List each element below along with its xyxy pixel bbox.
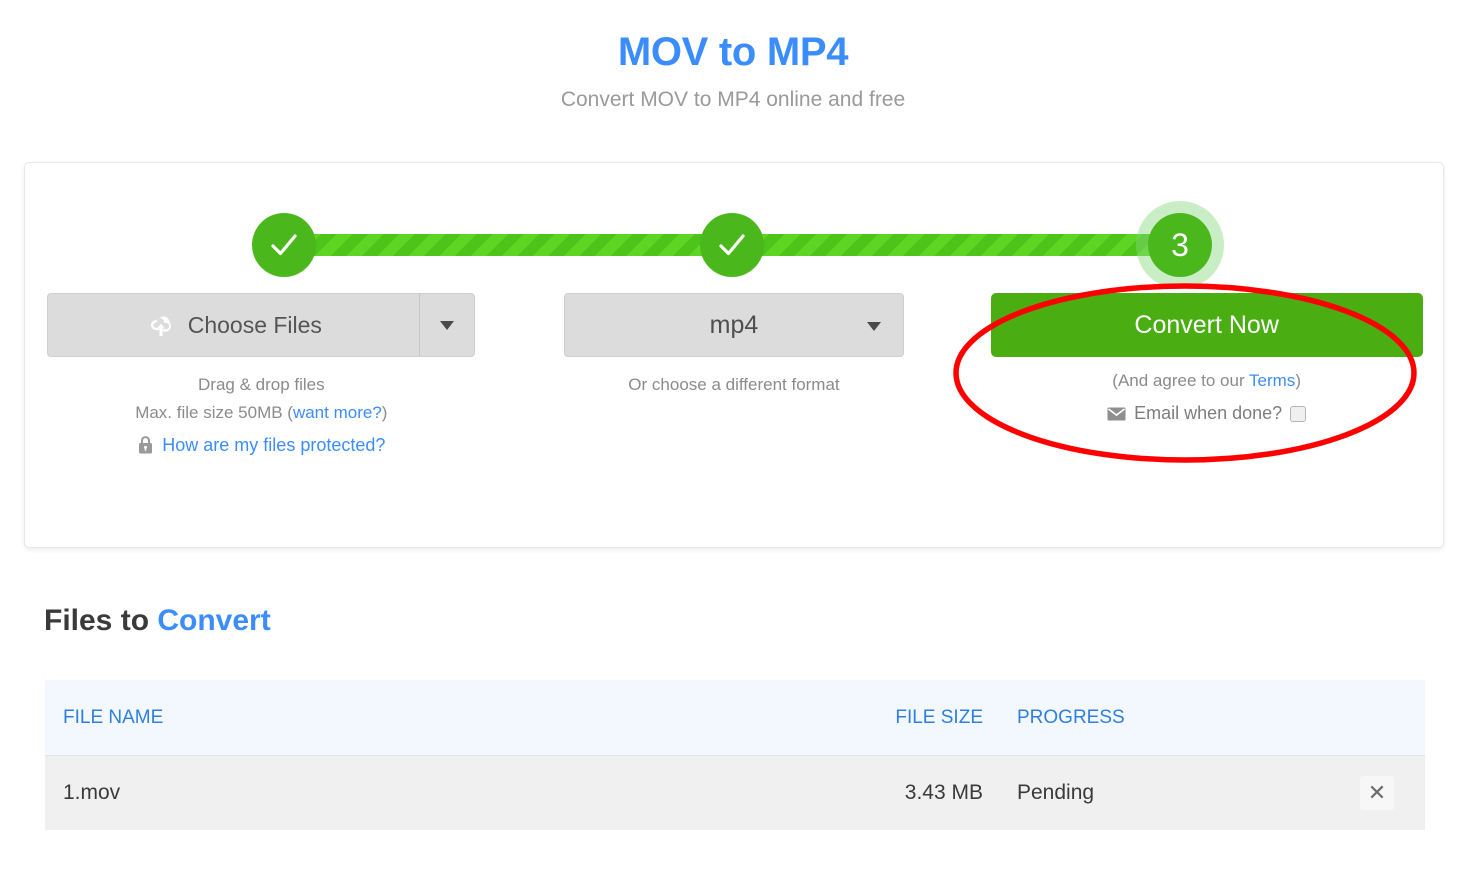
files-table: FILE NAME FILE SIZE PROGRESS 1.mov 3.43 … <box>45 680 1425 830</box>
cell-file-name: 1.mov <box>63 781 121 804</box>
max-size-prefix: Max. file size 50MB ( <box>135 403 293 422</box>
stepper-track-1 <box>263 234 735 256</box>
files-protected-link[interactable]: How are my files protected? <box>162 431 385 459</box>
email-when-done-label: Email when done? <box>1134 403 1283 423</box>
lock-icon <box>137 435 154 455</box>
cloud-upload-icon <box>146 312 176 338</box>
stepper-step-3-label: 3 <box>1171 227 1189 263</box>
converter-card: 3 Choose Files Drag & drop files Max. fi… <box>24 162 1444 548</box>
page-subtitle: Convert MOV to MP4 online and free <box>560 88 906 111</box>
stepper-step-1[interactable] <box>252 213 316 277</box>
cell-actions: ✕ <box>1347 776 1407 810</box>
terms-suffix: ) <box>1295 371 1301 390</box>
files-title-prefix: Files to <box>44 604 158 637</box>
choose-files-helper: Drag & drop files Max. file size 50MB (w… <box>25 371 498 459</box>
max-file-size-text: Max. file size 50MB (want more?) <box>25 399 498 427</box>
output-format-value: mp4 <box>709 310 759 339</box>
files-title-accent: Convert <box>157 604 271 637</box>
choose-files-button[interactable]: Choose Files <box>47 293 476 357</box>
convert-now-button[interactable]: Convert Now <box>990 293 1423 357</box>
files-table-header: FILE NAME FILE SIZE PROGRESS <box>45 680 1425 756</box>
cell-progress: Pending <box>1017 781 1095 804</box>
email-when-done-row[interactable]: Email when done? <box>970 403 1443 424</box>
format-helper-text: Or choose a different format <box>628 375 840 394</box>
page-title: MOV to MP4 <box>617 30 849 74</box>
column-choose-files: Choose Files Drag & drop files Max. file… <box>25 293 498 459</box>
choose-files-label: Choose Files <box>187 311 322 338</box>
stepper-step-3[interactable]: 3 <box>1148 213 1212 277</box>
column-header-progress: PROGRESS <box>1017 706 1125 728</box>
stepper-track-2 <box>735 234 1183 256</box>
column-header-file-name: FILE NAME <box>63 706 164 728</box>
column-header-file-size: FILE SIZE <box>895 706 983 728</box>
choose-files-main[interactable]: Choose Files <box>48 294 419 356</box>
terms-text: (And agree to our Terms) <box>970 371 1443 391</box>
max-size-suffix: ) <box>381 403 388 422</box>
output-format-select[interactable]: mp4 <box>563 293 904 357</box>
terms-prefix: (And agree to our <box>1112 371 1250 390</box>
close-icon[interactable]: ✕ <box>1360 776 1394 810</box>
files-section-title: Files to Convert <box>44 604 271 638</box>
table-row: 1.mov 3.43 MB Pending ✕ <box>45 756 1425 830</box>
chevron-down-icon <box>866 322 881 331</box>
column-convert: Convert Now (And agree to our Terms) Ema… <box>970 293 1443 459</box>
stepper-step-2[interactable] <box>700 213 764 277</box>
terms-link[interactable]: Terms <box>1249 371 1295 390</box>
progress-stepper: 3 <box>25 163 1443 283</box>
column-output-format: mp4 Or choose a different format <box>498 293 971 459</box>
page-header: MOV to MP4 Convert MOV to MP4 online and… <box>0 0 1466 112</box>
check-icon <box>266 227 302 263</box>
chevron-down-icon <box>440 320 455 330</box>
check-icon <box>714 227 750 263</box>
cell-file-size: 3.43 MB <box>904 781 983 804</box>
choose-files-dropdown-toggle[interactable] <box>419 294 474 356</box>
drag-drop-text: Drag & drop files <box>198 375 325 394</box>
envelope-icon <box>1107 407 1126 421</box>
want-more-link[interactable]: want more? <box>293 403 382 422</box>
action-columns: Choose Files Drag & drop files Max. file… <box>25 293 1443 459</box>
files-protected-row[interactable]: How are my files protected? <box>25 431 498 459</box>
page-root: MOV to MP4 Convert MOV to MP4 online and… <box>0 0 1466 888</box>
email-when-done-checkbox[interactable] <box>1290 405 1307 422</box>
